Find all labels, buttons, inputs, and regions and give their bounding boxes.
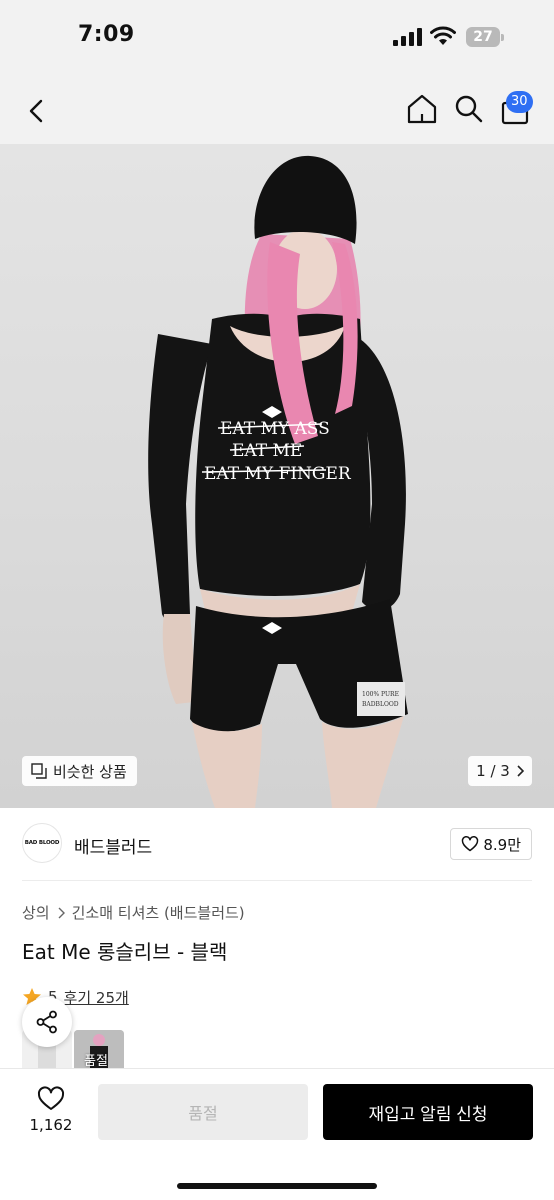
shirt-print-line: EAT MY ASS (220, 419, 330, 439)
shirt-print-line: EAT ME (232, 441, 302, 461)
copy-icon (31, 763, 47, 779)
review-count-link[interactable]: 후기 25개 (64, 987, 129, 1008)
share-icon (36, 1010, 57, 1034)
soldout-overlay-label: 품절 (84, 1054, 108, 1069)
image-pager-label: 1 / 3 (476, 762, 510, 780)
cart-count-badge: 30 (506, 91, 533, 113)
restock-alert-button[interactable]: 재입고 알림 신청 (323, 1084, 533, 1140)
brand-like-count: 8.9만 (483, 835, 521, 854)
heart-icon (462, 836, 479, 852)
divider (22, 880, 532, 881)
brand-logo-text: BAD BLOOD (24, 840, 60, 846)
breadcrumb-item[interactable]: 상의 (22, 902, 50, 923)
model-photo: EAT MY ASS EAT ME EAT MY FINGER 100% PUR… (148, 155, 408, 808)
wishlist-count: 1,162 (29, 1116, 73, 1134)
brand-logo[interactable]: BAD BLOOD (22, 823, 62, 863)
heart-icon[interactable] (37, 1086, 65, 1112)
shorts-tag-line: 100% PURE (362, 691, 399, 698)
image-pager-button[interactable]: 1 / 3 (468, 756, 532, 786)
product-image[interactable]: EAT MY ASS EAT ME EAT MY FINGER 100% PUR… (0, 144, 554, 808)
home-indicator (177, 1183, 377, 1189)
chevron-right-icon (517, 765, 524, 777)
chevron-right-icon (58, 907, 65, 918)
soldout-button: 품절 (98, 1084, 308, 1140)
chevron-left-icon[interactable] (22, 96, 52, 126)
search-icon[interactable] (453, 93, 485, 125)
brand-name[interactable]: 배드블러드 (74, 833, 152, 858)
shorts-tag-line: BADBLOOD (362, 701, 399, 708)
brand-like-button[interactable]: 8.9만 (450, 828, 532, 860)
brand-row[interactable]: BAD BLOOD 배드블러드 8.9만 (22, 823, 532, 865)
status-time: 7:09 (78, 22, 135, 47)
battery-level: 27 (473, 29, 493, 45)
share-button[interactable] (22, 997, 72, 1047)
nav-bar (0, 76, 554, 144)
wifi-icon (430, 26, 456, 45)
status-bar: 7:09 27 (0, 0, 554, 76)
breadcrumb: 상의 긴소매 티셔츠 (배드블러드) (22, 902, 245, 923)
breadcrumb-item[interactable]: 긴소매 티셔츠 (배드블러드) (72, 902, 245, 923)
cellular-signal-icon (393, 28, 422, 46)
battery-icon: 27 (466, 27, 506, 47)
home-icon[interactable] (405, 92, 439, 126)
similar-products-label: 비슷한 상품 (53, 762, 127, 781)
shirt-print-line: EAT MY FINGER (204, 464, 352, 484)
product-title: Eat Me 롱슬리브 - 블랙 (22, 940, 228, 964)
option-thumbnail-soldout[interactable]: 품절 (74, 1030, 124, 1070)
similar-products-button[interactable]: 비슷한 상품 (22, 756, 137, 786)
